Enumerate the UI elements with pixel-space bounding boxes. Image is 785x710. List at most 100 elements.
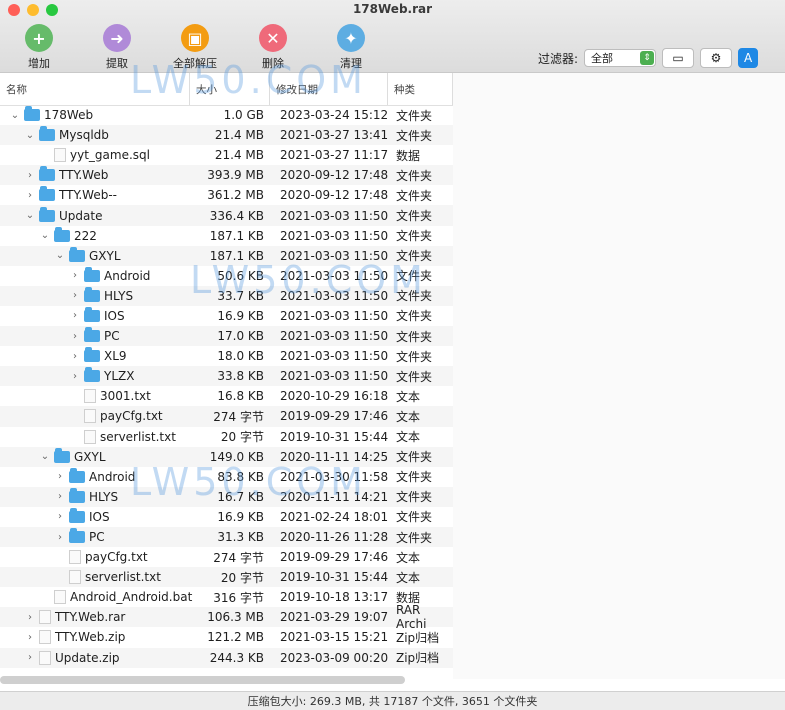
chevron-down-icon[interactable]: ⌄ bbox=[55, 250, 65, 261]
row-size: 361.2 MB bbox=[207, 188, 264, 203]
table-row[interactable]: › YLZX 33.8 KB 2021-03-03 11:50 文件夹 bbox=[0, 366, 453, 387]
row-size: 393.9 MB bbox=[207, 168, 264, 183]
chevron-right-icon[interactable]: › bbox=[70, 270, 80, 281]
row-name: Update.zip bbox=[55, 650, 120, 665]
row-type: 文本 bbox=[396, 570, 421, 585]
folder-icon bbox=[24, 106, 40, 122]
row-type: 文件夹 bbox=[396, 470, 433, 485]
table-row[interactable]: › PC 17.0 KB 2021-03-03 11:50 文件夹 bbox=[0, 326, 453, 347]
row-name-cell: payCfg.txt bbox=[70, 409, 163, 424]
table-row[interactable]: Android_Android.bat 316 字节 2019-10-18 13:1… bbox=[0, 587, 453, 607]
row-size: 316 字节 bbox=[213, 590, 264, 605]
table-row[interactable]: serverlist.txt 20 字节 2019-10-31 15:44 文本 bbox=[0, 567, 453, 588]
app-store-icon: A bbox=[743, 51, 753, 65]
file-icon bbox=[84, 409, 96, 424]
file-icon bbox=[39, 610, 51, 625]
chevron-right-icon[interactable]: › bbox=[25, 190, 35, 201]
row-name-cell: › HLYS bbox=[70, 286, 133, 303]
folder-icon bbox=[69, 467, 85, 483]
row-type: 文件夹 bbox=[396, 188, 433, 203]
chevron-right-icon[interactable]: › bbox=[55, 491, 65, 502]
settings-button[interactable]: ⚙ bbox=[700, 48, 733, 68]
file-icon bbox=[54, 148, 66, 163]
table-row[interactable]: serverlist.txt 20 字节 2019-10-31 15:44 文本 bbox=[0, 427, 453, 447]
table-row[interactable]: › IOS 16.9 KB 2021-03-03 11:50 文件夹 bbox=[0, 306, 453, 326]
row-date: 2019-10-31 15:44 bbox=[280, 570, 389, 585]
row-name-cell: › PC bbox=[70, 327, 120, 343]
row-size: 31.3 KB bbox=[217, 530, 264, 545]
chevron-right-icon[interactable]: › bbox=[70, 310, 80, 321]
chevron-right-icon[interactable]: › bbox=[70, 351, 80, 362]
row-name: XL9 bbox=[104, 349, 127, 364]
row-name-cell: › TTY.Web-- bbox=[25, 186, 117, 203]
table-row[interactable]: ⌄ Update 336.4 KB 2021-03-03 11:50 文件夹 bbox=[0, 205, 453, 226]
row-name: Android_Android.bat bbox=[70, 590, 193, 605]
file-icon bbox=[84, 389, 96, 404]
sidebar-toggle-button[interactable]: ▭ bbox=[662, 48, 695, 68]
chevron-down-icon[interactable]: ⌄ bbox=[10, 110, 20, 121]
table-row[interactable]: › Update.zip 244.3 KB 2023-03-09 00:20 Zip归档 bbox=[0, 647, 453, 668]
header-type[interactable]: 种类 bbox=[388, 73, 453, 105]
row-date: 2023-03-09 00:20 bbox=[280, 650, 389, 665]
row-name-cell: ⌄ 178Web bbox=[10, 106, 94, 123]
chevron-down-icon[interactable]: ⌄ bbox=[25, 210, 35, 221]
row-name-cell: › Update.zip bbox=[25, 650, 120, 665]
app-store-button[interactable]: A bbox=[738, 48, 759, 68]
table-row[interactable]: payCfg.txt 274 字节 2019-09-29 17:46 文本 bbox=[0, 406, 453, 427]
file-icon bbox=[54, 590, 66, 605]
row-type: 文件夹 bbox=[396, 510, 433, 525]
folder-icon bbox=[84, 306, 100, 322]
chevron-right-icon[interactable]: › bbox=[55, 471, 65, 482]
row-name-cell: › Android bbox=[70, 266, 151, 283]
table-row[interactable]: 3001.txt 16.8 KB 2020-10-29 16:18 文本 bbox=[0, 386, 453, 406]
chevron-right-icon[interactable]: › bbox=[25, 632, 35, 643]
folder-icon bbox=[39, 166, 55, 182]
chevron-updown-icon: ⇕ bbox=[640, 51, 655, 65]
folder-icon bbox=[39, 186, 55, 202]
row-name: HLYS bbox=[89, 489, 119, 504]
row-size: 274 字节 bbox=[213, 550, 264, 565]
row-name: 222 bbox=[74, 228, 97, 243]
row-size: 16.9 KB bbox=[217, 509, 264, 524]
row-name-cell: › IOS bbox=[70, 306, 125, 323]
table-row[interactable]: › TTY.Web-- 361.2 MB 2020-09-12 17:48 文件夹 bbox=[0, 185, 453, 205]
row-name: 178Web bbox=[44, 108, 94, 123]
watermark: LW50.COM bbox=[130, 460, 367, 504]
chevron-right-icon[interactable]: › bbox=[70, 290, 80, 301]
row-size: 20 字节 bbox=[220, 430, 264, 445]
table-row[interactable]: ⌄ 178Web 1.0 GB 2023-03-24 15:12 文件夹 bbox=[0, 105, 453, 125]
table-row[interactable]: › TTY.Web.rar 106.3 MB 2021-03-29 19:07 RAR … bbox=[0, 603, 453, 631]
row-name-cell: ⌄ GXYL bbox=[40, 447, 106, 464]
table-row[interactable]: ⌄ 222 187.1 KB 2021-03-03 11:50 文件夹 bbox=[0, 226, 453, 246]
chevron-right-icon[interactable]: › bbox=[55, 511, 65, 522]
folder-icon bbox=[69, 507, 85, 523]
table-row[interactable]: ⌄ Mysqldb 21.4 MB 2021-03-27 13:41 文件夹 bbox=[0, 125, 453, 146]
chevron-right-icon[interactable]: › bbox=[70, 331, 80, 342]
row-name: TTY.Web-- bbox=[59, 188, 117, 203]
table-row[interactable]: › TTY.Web 393.9 MB 2020-09-12 17:48 文件夹 bbox=[0, 165, 453, 186]
row-type: 文件夹 bbox=[396, 369, 433, 384]
horizontal-scrollbar[interactable] bbox=[0, 676, 405, 684]
chevron-right-icon[interactable]: › bbox=[25, 170, 35, 181]
table-row[interactable]: › TTY.Web.zip 121.2 MB 2021-03-15 15:21 Zip归… bbox=[0, 627, 453, 647]
delete-icon: ✕ bbox=[259, 24, 287, 52]
table-row[interactable]: › PC 31.3 KB 2020-11-26 11:28 文件夹 bbox=[0, 526, 453, 548]
table-row[interactable]: yyt_game.sql 21.4 MB 2021-03-27 11:17 数据 bbox=[0, 145, 453, 165]
chevron-down-icon[interactable]: ⌄ bbox=[25, 130, 35, 141]
table-row[interactable]: › IOS 16.9 KB 2021-02-24 18:01 文件夹 bbox=[0, 507, 453, 527]
chevron-right-icon[interactable]: › bbox=[70, 371, 80, 382]
chevron-right-icon[interactable]: › bbox=[55, 532, 65, 543]
chevron-right-icon[interactable]: › bbox=[25, 612, 35, 623]
chevron-right-icon[interactable]: › bbox=[25, 652, 35, 663]
row-name-cell: › HLYS bbox=[55, 487, 119, 504]
table-row[interactable]: › XL9 18.0 KB 2021-03-03 11:50 文件夹 bbox=[0, 346, 453, 366]
filter-select[interactable]: 全部 ⇕ bbox=[584, 49, 657, 67]
add-button[interactable]: + 增加 bbox=[0, 24, 78, 71]
folder-icon bbox=[54, 447, 70, 463]
table-row[interactable]: payCfg.txt 274 字节 2019-09-29 17:46 文本 bbox=[0, 547, 453, 567]
row-size: 121.2 MB bbox=[207, 630, 264, 645]
chevron-down-icon[interactable]: ⌄ bbox=[40, 451, 50, 462]
chevron-down-icon[interactable]: ⌄ bbox=[40, 230, 50, 241]
row-name: Android bbox=[104, 268, 151, 283]
row-date: 2021-03-27 11:17 bbox=[280, 148, 389, 163]
